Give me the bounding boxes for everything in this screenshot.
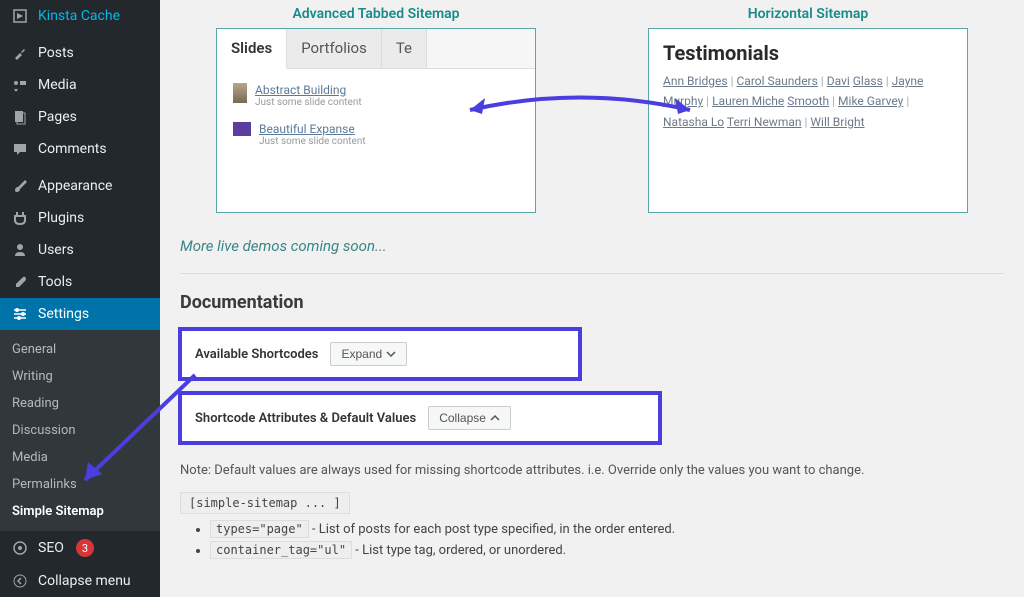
sidebar-label: SEO [38,540,64,556]
demo-link[interactable]: Lauren Miche [712,94,784,108]
demo-horizontal-links: Ann Bridges | Carol Saunders | Davi Glas… [663,71,953,132]
attr-item: types="page" - List of posts for each po… [210,522,1004,537]
demo-row: Advanced Tabbed Sitemap Slides Portfolio… [160,0,1024,213]
page-icon [10,109,30,125]
sidebar-item-kinsta-cache[interactable]: Kinsta Cache [0,0,160,32]
slide-thumb-icon [233,122,251,136]
comment-icon [10,141,30,157]
wrench-icon [10,274,30,290]
panel-label: Shortcode Attributes & Default Values [195,411,416,426]
code-header: [simple-sitemap ... ] [180,492,350,514]
demo-horizontal-title: Horizontal Sitemap [648,0,968,28]
demo-slide-row: Abstract Building Just some slide conten… [233,83,519,108]
sidebar-label: Kinsta Cache [38,8,120,24]
main-content: Advanced Tabbed Sitemap Slides Portfolio… [160,0,1024,597]
submenu-permalinks[interactable]: Permalinks [0,471,160,498]
sidebar-label: Settings [38,306,89,322]
submenu-general[interactable]: General [0,336,160,363]
demo-horizontal-heading: Testimonials [663,41,953,65]
demo-horizontal-box[interactable]: Testimonials Ann Bridges | Carol Saunder… [648,28,968,213]
attr-desc: - List type tag, ordered, or unordered. [352,543,566,558]
demo-link[interactable]: Glass [853,74,883,88]
sidebar-label: Users [38,242,74,258]
sidebar-item-users[interactable]: Users [0,234,160,266]
slide-thumb-icon [233,83,247,103]
sidebar-item-plugins[interactable]: Plugins [0,202,160,234]
demo-link[interactable]: Carol Saunders [737,74,818,88]
pin-icon [10,45,30,61]
settings-submenu: General Writing Reading Discussion Media… [0,330,160,531]
submenu-discussion[interactable]: Discussion [0,417,160,444]
collapse-label: Collapse [439,411,486,425]
attr-desc: - List of posts for each post type speci… [309,522,676,537]
slide-subtitle: Just some slide content [255,97,362,108]
attr-code: container_tag="ul" [210,541,352,559]
expand-label: Expand [341,347,382,361]
attr-code: types="page" [210,520,309,538]
sidebar-label: Media [38,77,77,93]
sidebar-item-posts[interactable]: Posts [0,37,160,69]
panel-available-shortcodes: Available Shortcodes Expand [180,329,580,379]
sidebar-label: Plugins [38,210,84,226]
attr-list: types="page" - List of posts for each po… [160,518,1024,558]
sidebar-label: Appearance [38,178,112,194]
admin-sidebar: Kinsta Cache Posts Media Pages Comments … [0,0,160,597]
plugin-icon [10,210,30,226]
demo-link[interactable]: Ann Bridges [663,74,728,88]
slide-title[interactable]: Abstract Building [255,83,362,97]
demo-horizontal: Horizontal Sitemap Testimonials Ann Brid… [648,0,968,213]
seo-icon [10,540,30,556]
divider [180,273,1004,274]
more-demos-text: More live demos coming soon... [160,213,1024,273]
demo-tab-te[interactable]: Te [382,29,427,68]
seo-badge: 3 [76,539,94,557]
demo-link[interactable]: Davi [827,74,850,88]
sidebar-label: Tools [38,274,72,290]
demo-link[interactable]: Natasha Lo [663,115,724,129]
demo-tabbed-box[interactable]: Slides Portfolios Te Abstract Building J… [216,28,536,213]
sidebar-item-media[interactable]: Media [0,69,160,101]
brush-icon [10,178,30,194]
collapse-button[interactable]: Collapse [428,406,511,430]
sidebar-item-settings[interactable]: Settings [0,298,160,330]
users-icon [10,242,30,258]
demo-tabbed: Advanced Tabbed Sitemap Slides Portfolio… [216,0,536,213]
demo-link[interactable]: Will Bright [810,115,864,129]
demo-link[interactable]: Terri Newman [727,115,802,129]
sidebar-item-tools[interactable]: Tools [0,266,160,298]
collapse-icon [10,573,30,589]
slide-subtitle: Just some slide content [259,136,366,147]
kinsta-icon [10,8,30,24]
sidebar-item-appearance[interactable]: Appearance [0,170,160,202]
demo-tabbed-title: Advanced Tabbed Sitemap [216,0,536,28]
chevron-up-icon [490,413,500,423]
sidebar-collapse[interactable]: Collapse menu [0,565,160,597]
sliders-icon [10,306,30,322]
sidebar-label: Comments [38,141,107,157]
chevron-down-icon [386,349,396,359]
demo-link[interactable]: Mike Garvey [838,94,903,108]
submenu-simple-sitemap[interactable]: Simple Sitemap [0,498,160,525]
media-icon [10,77,30,93]
doc-note: Note: Default values are always used for… [160,457,1024,488]
attr-item: container_tag="ul" - List type tag, orde… [210,543,1004,558]
sidebar-label: Posts [38,45,74,61]
expand-button[interactable]: Expand [330,342,407,366]
submenu-media[interactable]: Media [0,444,160,471]
demo-link[interactable]: Smooth [787,94,829,108]
slide-title[interactable]: Beautiful Expanse [259,122,366,136]
submenu-reading[interactable]: Reading [0,390,160,417]
sidebar-item-pages[interactable]: Pages [0,101,160,133]
panel-shortcode-attributes: Shortcode Attributes & Default Values Co… [180,393,660,443]
demo-tab-slides[interactable]: Slides [217,29,287,69]
submenu-writing[interactable]: Writing [0,363,160,390]
documentation-heading: Documentation [160,292,1024,329]
panel-label: Available Shortcodes [195,347,318,362]
sidebar-item-seo[interactable]: SEO 3 [0,531,160,565]
sidebar-label: Collapse menu [38,573,131,589]
sidebar-label: Pages [38,109,77,125]
demo-slide-row: Beautiful Expanse Just some slide conten… [233,122,519,147]
demo-tab-portfolios[interactable]: Portfolios [287,29,382,68]
sidebar-item-comments[interactable]: Comments [0,133,160,165]
